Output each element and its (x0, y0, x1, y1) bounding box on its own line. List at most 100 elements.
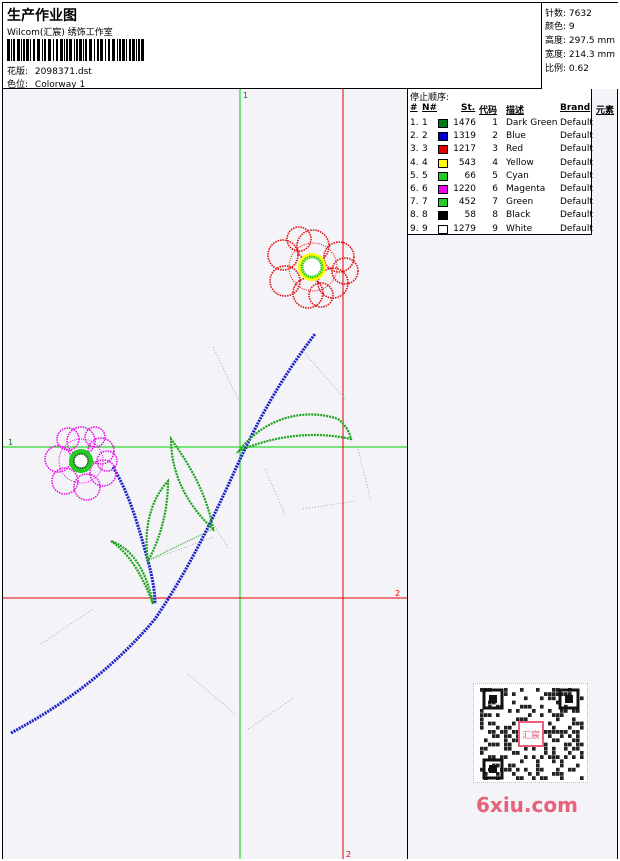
qr-badge: 汇宸 (522, 729, 540, 741)
stop-row-code: 5 (492, 170, 498, 181)
stop-row[interactable]: 4. 4 543 4 Yellow Default (408, 157, 617, 170)
stop-row-description: Yellow (506, 157, 534, 168)
color-swatch (438, 158, 448, 168)
stop-row[interactable]: 7. 7 452 7 Green Default (408, 196, 617, 209)
stop-row-brand: Default (560, 197, 593, 208)
stop-row-needle: 3 (422, 144, 428, 155)
leaves (110, 413, 353, 605)
stop-row-needle: 5 (422, 170, 428, 181)
design-canvas[interactable]: 1 1 2 2 (3, 89, 408, 859)
stop-row-brand: Default (560, 144, 593, 155)
design-line: 花版: 2098371.dst (7, 64, 92, 77)
magenta-flower (44, 426, 118, 501)
stop-row[interactable]: 1. 1 1476 1 Dark Green Default (408, 117, 617, 130)
stop-row-brand: Default (560, 131, 593, 142)
stop-row[interactable]: 9. 9 1279 9 White Default (408, 223, 617, 236)
stop-row-needle: 1 (422, 118, 428, 128)
color-swatch (438, 198, 448, 208)
stop-row-stitches: 1220 (453, 184, 476, 194)
stop-row[interactable]: 2. 2 1319 2 Blue Default (408, 130, 617, 143)
stop-row-stitches: 1476 (453, 118, 476, 128)
stat-colors: 颜色: 9 (545, 22, 575, 32)
stop-row-needle: 4 (422, 157, 428, 168)
red-flower (267, 226, 359, 309)
qr-code: 汇宸 (473, 683, 588, 783)
stop-row-needle: 7 (422, 197, 428, 208)
color-swatch (438, 132, 448, 142)
color-swatch (438, 145, 448, 155)
stop-row-code: 7 (492, 197, 498, 208)
design-label: 花版: (7, 67, 29, 77)
color-swatch (438, 171, 448, 181)
stop-row-description: Cyan (506, 170, 529, 181)
stop-row[interactable]: 5. 5 66 5 Cyan Default (408, 170, 617, 183)
stop-sequence-title: 停止顺序: (410, 93, 450, 103)
stop-row-stitches: 452 (458, 197, 476, 208)
col-header-index: # (410, 103, 418, 113)
stat-stitches: 针数: 7632 (545, 9, 592, 19)
stop-row-code: 2 (492, 131, 498, 142)
stop-row-code: 3 (492, 144, 498, 155)
stop-row-index: 9. (410, 223, 419, 234)
stop-row-brand: Default (560, 118, 593, 128)
stop-row-stitches: 1279 (453, 223, 476, 234)
color-swatch (438, 119, 448, 128)
stop-row-index: 6. (410, 184, 419, 194)
col-header-needle: N# (422, 103, 438, 113)
embroidery-drawing: 1 1 2 2 (3, 89, 407, 859)
color-swatch (438, 211, 448, 221)
stop-row-brand: Default (560, 157, 593, 168)
stop-row-index: 2. (410, 131, 419, 142)
stop-row-description: Magenta (506, 184, 546, 194)
stat-width: 宽度: 214.3 mm (545, 50, 616, 60)
stop-row-code: 9 (492, 223, 498, 234)
stop-row-needle: 8 (422, 210, 428, 221)
stop-row-brand: Default (560, 170, 593, 181)
stop-row-stitches: 66 (464, 170, 476, 181)
jump-stitches (40, 346, 372, 730)
stop-row-index: 1. (410, 118, 419, 128)
stop-row-description: Green (506, 197, 534, 208)
stop-sequence-table: 停止顺序: # N# St. 代码 描述 Brand 元素 1. 1 1476 1 Da… (408, 89, 614, 235)
stat-scale: 比例: 0.62 (545, 64, 589, 74)
guide-label-green-top: 1 (243, 91, 248, 100)
col-header-description: 描述 (506, 106, 525, 116)
stop-row-needle: 6 (422, 184, 428, 194)
stop-row-stitches: 1217 (453, 144, 476, 155)
stop-row-description: Red (506, 144, 524, 155)
site-watermark: 6xiu.com (476, 793, 578, 817)
guide-label-green-left: 1 (8, 438, 13, 447)
guide-label-red-right: 2 (395, 589, 400, 598)
stop-row-brand: Default (560, 210, 593, 221)
design-value: 2098371.dst (34, 67, 92, 77)
stop-row-stitches: 1319 (453, 131, 476, 142)
stop-row-code: 6 (492, 184, 498, 194)
stop-row-brand: Default (560, 184, 593, 194)
stat-height: 高度: 297.5 mm (545, 36, 616, 46)
stop-row[interactable]: 3. 3 1217 3 Red Default (408, 143, 617, 156)
color-swatch (438, 224, 448, 234)
stop-row-stitches: 58 (464, 210, 476, 221)
stop-row-description: Dark Green (506, 118, 558, 128)
stop-row-description: Blue (506, 131, 526, 142)
stop-row-index: 7. (410, 197, 419, 208)
stop-row-index: 3. (410, 144, 419, 155)
stop-row-index: 8. (410, 210, 419, 221)
col-header-code: 代码 (479, 106, 498, 116)
stop-row-needle: 9 (422, 223, 428, 234)
stop-row[interactable]: 8. 8 58 8 Black Default (408, 209, 617, 222)
stop-row-stitches: 543 (458, 157, 476, 168)
worksheet: 生产作业图 Wilcom(汇宸) 绣饰工作室 花版: 2098371.dst 色… (2, 2, 618, 859)
stop-row-brand: Default (560, 223, 593, 234)
stop-row-description: Black (506, 210, 531, 221)
page-title: 生产作业图 (7, 8, 77, 24)
col-header-stitches: St. (461, 103, 476, 113)
stop-row-code: 8 (492, 210, 498, 221)
guide-label-red-bottom: 2 (346, 850, 351, 859)
barcode (7, 39, 144, 61)
col-header-element: 元素 (596, 106, 615, 116)
company-name: Wilcom(汇宸) 绣饰工作室 (7, 28, 113, 38)
worksheet-header: 生产作业图 Wilcom(汇宸) 绣饰工作室 花版: 2098371.dst 色… (3, 3, 617, 90)
col-header-brand: Brand (560, 103, 591, 113)
stop-row[interactable]: 6. 6 1220 6 Magenta Default (408, 183, 617, 196)
